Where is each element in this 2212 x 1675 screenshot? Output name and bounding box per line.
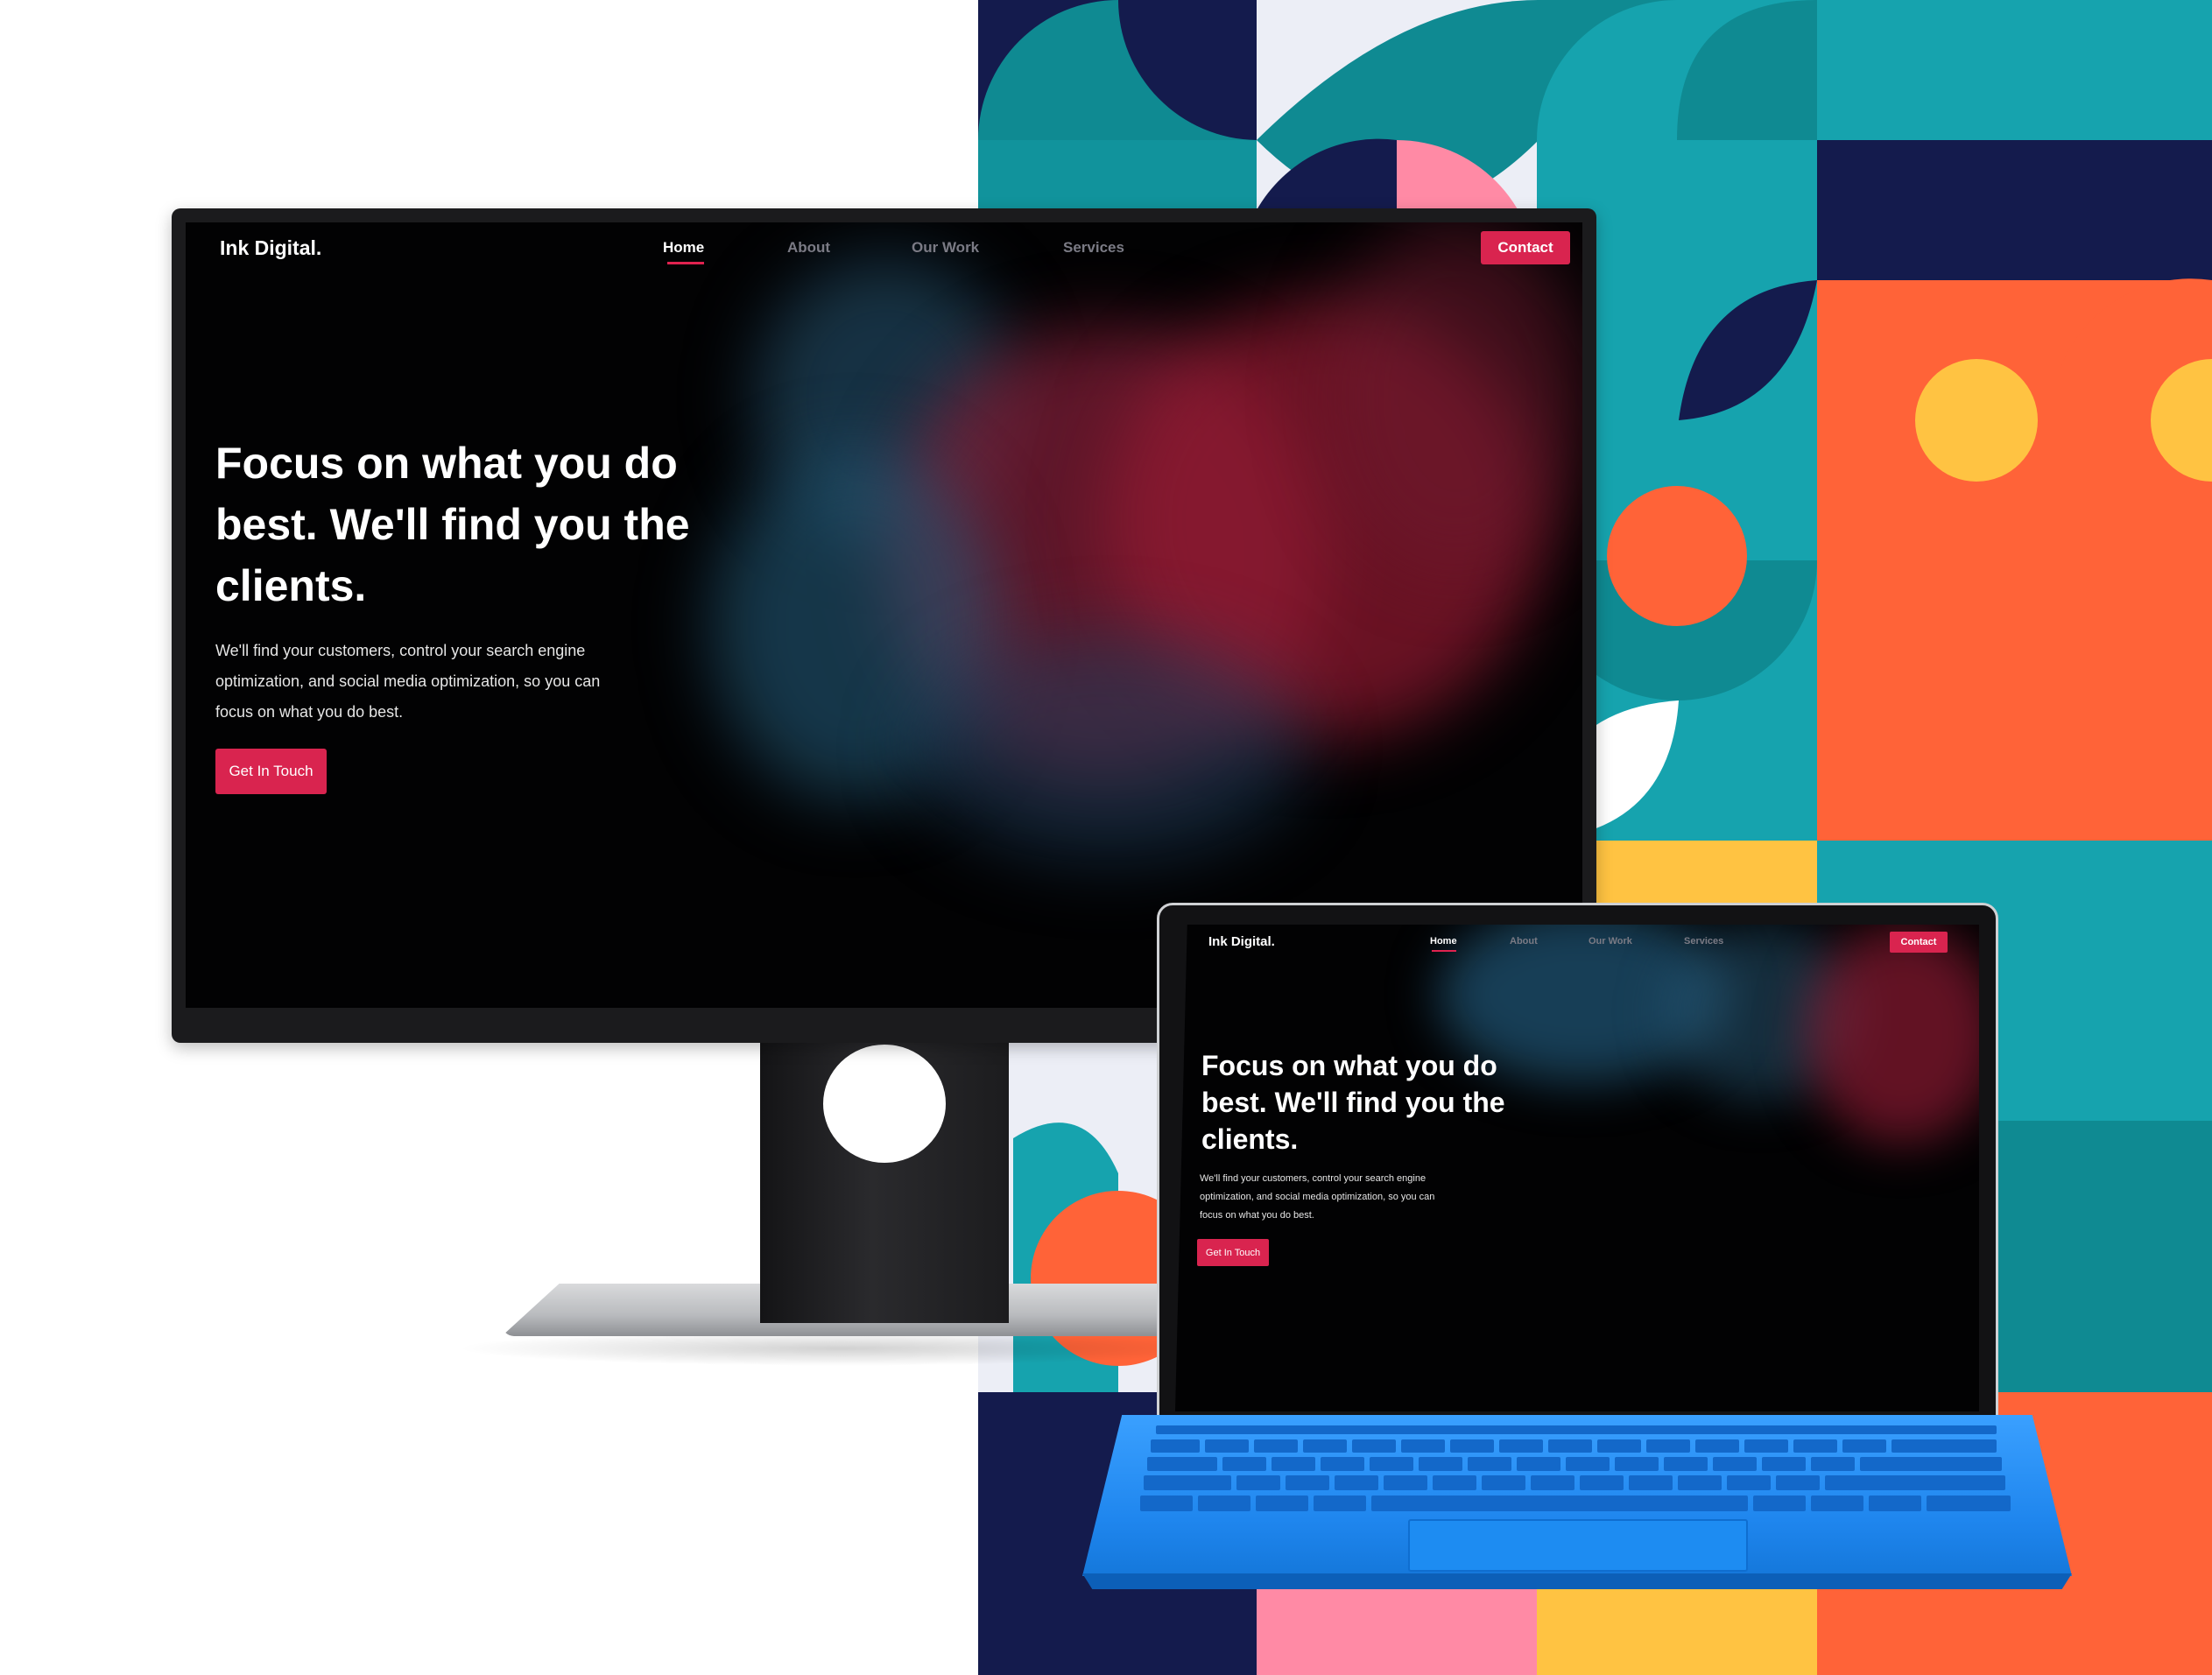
- tablet-nav-about[interactable]: About: [1510, 936, 1538, 947]
- keyboard-edge: [1082, 1573, 2072, 1589]
- key-row-4: [1144, 1475, 2005, 1490]
- keyboard-keys: [1140, 1425, 2011, 1511]
- monitor-screen: Ink Digital. Home About Our Work Service…: [186, 222, 1582, 1008]
- tablet-site-logo[interactable]: Ink Digital.: [1208, 934, 1275, 949]
- tablet-hero-subtitle-line-2: optimization, and social media optimizat…: [1200, 1192, 1435, 1202]
- tablet-nav-our-work[interactable]: Our Work: [1589, 936, 1632, 947]
- contact-button[interactable]: Contact: [1481, 231, 1570, 264]
- hero-title-line-3: clients.: [215, 561, 367, 610]
- tablet-hero-title-line-2: best. We'll find you the: [1201, 1087, 1505, 1118]
- tablet-get-in-touch-button[interactable]: Get In Touch: [1197, 1239, 1269, 1266]
- get-in-touch-button[interactable]: Get In Touch: [215, 749, 327, 794]
- hero-title-line-2: best. We'll find you the: [215, 500, 690, 549]
- tablet-screen: Ink Digital. Home About Our Work Service…: [1175, 925, 1979, 1411]
- key-row-5: [1140, 1496, 2011, 1511]
- trackpad[interactable]: [1408, 1519, 1748, 1572]
- hero-subtitle-line-3: focus on what you do best.: [215, 703, 404, 721]
- hero-title-line-1: Focus on what you do: [215, 439, 678, 488]
- tablet-hero-title-line-3: clients.: [1201, 1123, 1299, 1155]
- nav-home-underline: [667, 262, 704, 264]
- hero-subtitle-line-1: We'll find your customers, control your …: [215, 642, 586, 659]
- tablet-hero-subtitle-line-3: focus on what you do best.: [1200, 1210, 1314, 1221]
- nav-about[interactable]: About: [787, 239, 830, 257]
- nav-services[interactable]: Services: [1063, 239, 1124, 257]
- stand-cable-hole: [823, 1045, 946, 1163]
- key-row-2: [1151, 1439, 1997, 1453]
- tablet-hero-subtitle-line-1: We'll find your customers, control your …: [1200, 1173, 1427, 1184]
- site-logo[interactable]: Ink Digital.: [220, 236, 321, 260]
- tablet-nav-services[interactable]: Services: [1684, 936, 1723, 947]
- tablet-nav-home-underline: [1432, 950, 1456, 952]
- tablet-nav-home[interactable]: Home: [1430, 936, 1457, 947]
- tablet-hero-title-line-1: Focus on what you do: [1201, 1050, 1497, 1081]
- key-row-3: [1147, 1457, 2002, 1471]
- tablet-contact-button[interactable]: Contact: [1890, 932, 1948, 953]
- nav-home[interactable]: Home: [663, 239, 704, 257]
- monitor-shadow: [455, 1331, 1226, 1366]
- hero-subtitle-line-2: optimization, and social media optimizat…: [215, 672, 601, 690]
- key-row-1: [1156, 1425, 1997, 1434]
- nav-our-work[interactable]: Our Work: [912, 239, 979, 257]
